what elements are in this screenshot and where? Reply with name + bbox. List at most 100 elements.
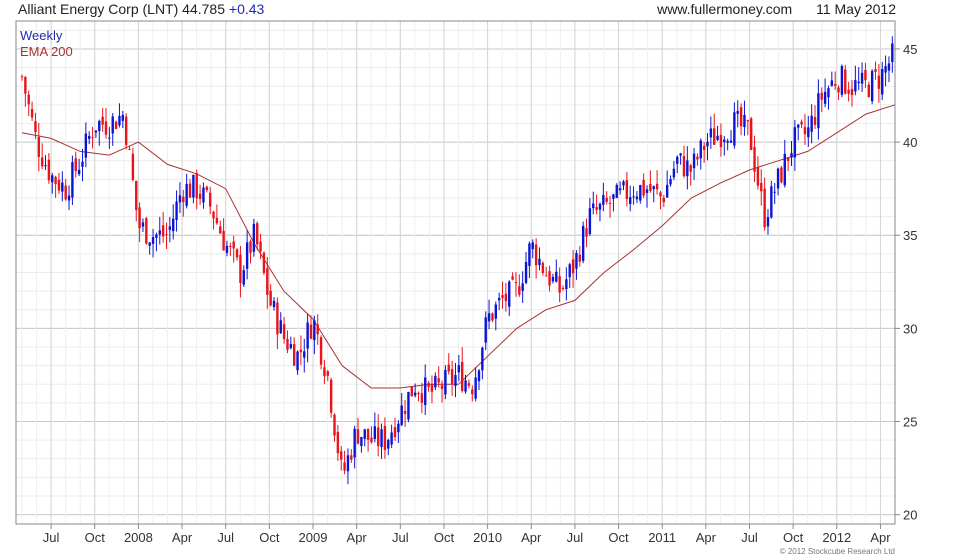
candle-body [27,94,30,105]
candle-body [212,211,215,219]
candle-body [625,180,629,199]
candle-body [440,385,444,389]
candle-body [585,228,588,237]
candle-body [786,157,790,162]
candle-body [481,347,484,371]
candle-body [474,377,477,399]
candle-body [739,107,743,127]
candle-body [558,276,561,293]
candle-body [306,322,309,349]
x-tick-label: Oct [608,530,629,545]
candle-body [581,225,585,261]
candle-body [790,153,793,158]
candle-body [531,242,534,250]
candle-body [208,192,212,207]
candle-body [252,223,256,252]
candle-body [830,80,834,86]
x-tick-label: 2010 [473,530,502,545]
candle-body [188,183,192,198]
candle-body [538,258,541,266]
candle-body [467,383,471,386]
candle-body [232,241,235,249]
candle-body [363,429,366,439]
candle-body [753,146,756,172]
candle-body [760,182,763,192]
x-axis: Jul Oct 2008 Apr Jul Oct 2009 Apr Jul Oct 2010 Apr J… [43,524,891,545]
candle-body [575,252,578,269]
candle-body [803,127,807,135]
candle-body [555,271,558,282]
candle-body [249,241,252,253]
candle-body [763,188,766,228]
candle-body [568,264,571,278]
candle-body [726,140,729,143]
candle-body [454,375,457,386]
candle-body [299,349,303,353]
candle-body [659,192,662,197]
candle-body [219,226,222,234]
candle-body [605,197,608,202]
candle-body [336,431,340,454]
candle-body [844,69,847,94]
candle-body [430,384,434,392]
candle-body [457,365,461,373]
candle-body [118,115,121,126]
candle-body [370,437,373,443]
candle-body [484,317,487,343]
candle-body [676,156,679,164]
candle-body [679,153,682,156]
candle-body [74,158,77,172]
candle-body [746,120,750,122]
candle-body [733,112,736,146]
candle-body [148,242,151,246]
candle-body [699,140,702,159]
candle-body [373,426,377,439]
candle-body [397,423,400,433]
candle-body [729,140,733,143]
candle-body [84,133,88,158]
candle-body [225,245,229,253]
candle-body [494,304,497,319]
candle-body [652,186,655,190]
price-chart: 202530354045 Jul Oct 2008 Apr Jul Oct 2009 Apr J… [15,20,917,556]
candle-body [592,203,595,209]
candle-body [71,162,74,198]
candle-body [881,69,884,95]
candle-body [702,145,706,150]
candle-body [350,455,353,460]
candle-body [682,156,686,177]
candle-body [870,70,874,102]
x-tick-label: 2009 [299,530,328,545]
candle-body [662,197,666,203]
candle-body [797,124,800,128]
candle-body [669,179,672,185]
candle-body [383,425,387,451]
candle-body [376,427,380,447]
candle-body [713,128,716,145]
candle-body [242,270,245,285]
candle-body [548,271,551,286]
candle-body [145,218,148,244]
candle-body [323,367,326,377]
candle-body [655,183,659,190]
candle-body [77,169,81,175]
candle-body [175,201,178,220]
candle-body [292,344,296,366]
candle-body [393,427,397,438]
candle-body [833,83,837,86]
candle-body [723,139,726,143]
candle-body [860,72,864,84]
candle-body [282,324,286,340]
y-tick-label: 20 [903,508,917,523]
candle-body [44,165,47,167]
candle-body [528,243,531,266]
candle-body [850,88,854,96]
candle-body [128,149,131,151]
candle-body [81,161,84,167]
candle-body [588,208,592,235]
candle-body [279,320,282,334]
candle-body [30,109,34,118]
candle-body [235,249,239,258]
candle-body [618,188,622,191]
candle-body [262,252,266,273]
